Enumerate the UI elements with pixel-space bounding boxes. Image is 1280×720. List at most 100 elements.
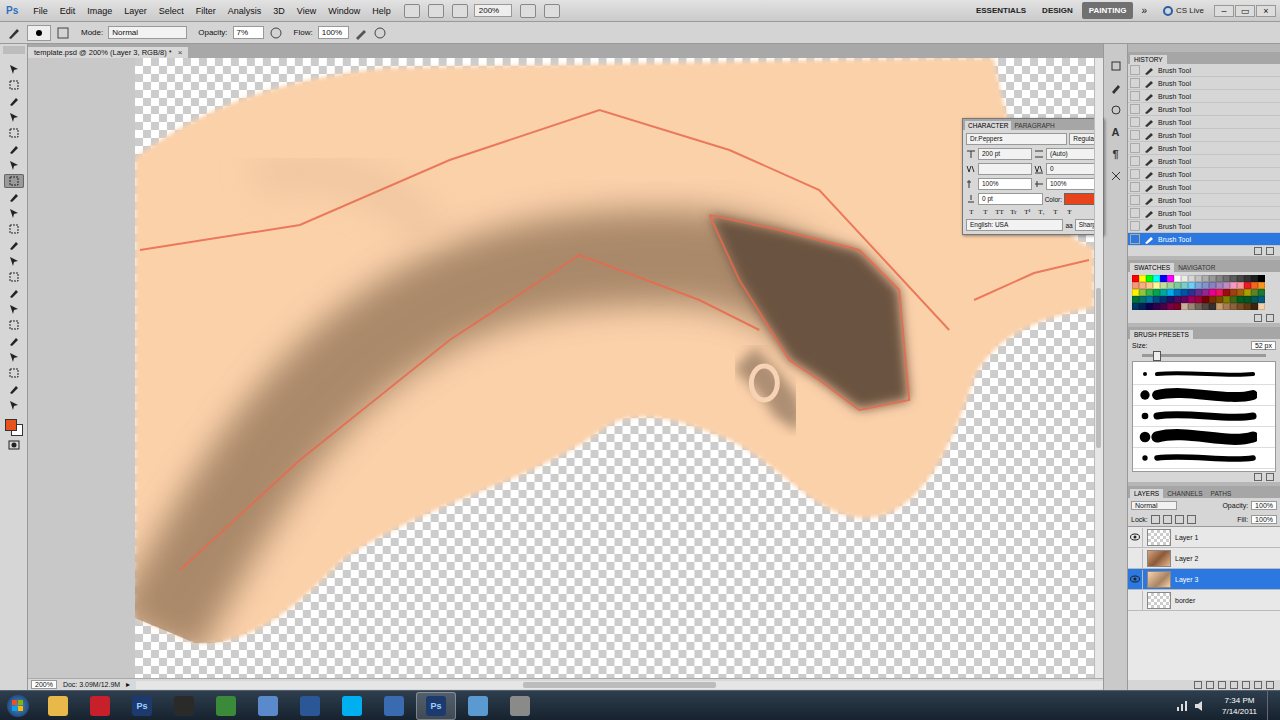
history-source-box[interactable] [1130,104,1140,114]
visibility-toggle[interactable] [1128,549,1143,568]
tool-button[interactable] [4,334,24,348]
brush-preset[interactable] [1133,364,1275,385]
tool-button[interactable] [4,270,24,284]
tool-button[interactable] [4,286,24,300]
brush-tool-icon[interactable] [6,25,22,41]
history-item[interactable]: Brush Tool [1128,207,1280,220]
swatch[interactable] [1139,303,1146,310]
view-extras-icon[interactable] [452,4,468,18]
swatch[interactable] [1146,275,1153,282]
language-dropdown[interactable]: English: USA [966,219,1063,231]
menu-item[interactable]: 3D [268,6,290,16]
swatch[interactable] [1132,282,1139,289]
mini-bridge-icon[interactable] [428,4,444,18]
type-style-button[interactable]: T [966,208,977,216]
swatch[interactable] [1167,296,1174,303]
swatch[interactable] [1153,275,1160,282]
vertical-scrollbar[interactable] [1094,58,1103,678]
window-control-button[interactable]: – [1214,5,1234,17]
tool-button[interactable] [4,222,24,236]
swatch[interactable] [1244,303,1251,310]
panel-tab[interactable]: CHARACTER [965,121,1011,130]
swatch[interactable] [1237,296,1244,303]
history-item[interactable]: Brush Tool [1128,129,1280,142]
vertical-scroll-thumb[interactable] [1096,288,1101,448]
menu-item[interactable]: Analysis [223,6,267,16]
swatch[interactable] [1188,282,1195,289]
swatch[interactable] [1244,275,1251,282]
swatch[interactable] [1209,303,1216,310]
swatch[interactable] [1230,289,1237,296]
panel-tab[interactable]: LAYERS [1130,489,1163,498]
trash-button[interactable] [1266,473,1274,481]
status-menu-button[interactable]: ▸ [126,680,130,689]
painting[interactable] [135,58,1094,678]
swatch[interactable] [1146,303,1153,310]
type-style-button[interactable]: Tr [1008,208,1019,216]
text-panel-icon[interactable]: ¶ [1108,146,1124,162]
history-source-box[interactable] [1130,117,1140,127]
brush-preset[interactable] [1133,406,1275,427]
new-swatch-button[interactable] [1254,314,1262,322]
history-source-box[interactable] [1130,208,1140,218]
document-tab[interactable]: template.psd @ 200% (Layer 3, RGB/8) * × [28,47,188,58]
swatch[interactable] [1230,275,1237,282]
window-control-button[interactable]: × [1256,5,1276,17]
swatch[interactable] [1251,282,1258,289]
swatch[interactable] [1167,275,1174,282]
swatch[interactable] [1209,275,1216,282]
visibility-toggle[interactable] [1128,570,1143,589]
tool-button[interactable] [4,366,24,380]
history-item[interactable]: Brush Tool [1128,168,1280,181]
brush-size-slider-thumb[interactable] [1153,351,1161,361]
swatch[interactable] [1188,303,1195,310]
swatch[interactable] [1202,289,1209,296]
menu-item[interactable]: Select [154,6,189,16]
cs-live-button[interactable]: CS Live [1155,6,1212,16]
swatch[interactable] [1181,303,1188,310]
history-source-box[interactable] [1130,78,1140,88]
history-source-box[interactable] [1130,182,1140,192]
history-source-box[interactable] [1130,156,1140,166]
taskbar-app-button[interactable] [164,692,204,720]
zoom-level-dropdown[interactable]: 200% [474,4,512,17]
swatch[interactable] [1244,282,1251,289]
swatch[interactable] [1146,289,1153,296]
foreground-color-swatch[interactable] [5,419,17,431]
taskbar-app-button[interactable] [374,692,414,720]
lock-pixels-button[interactable] [1163,515,1172,524]
swatch[interactable] [1188,275,1195,282]
layer-row[interactable]: Layer 1 [1128,527,1280,548]
new-snapshot-button[interactable] [1254,247,1262,255]
type-style-button[interactable]: TT [994,208,1005,216]
taskbar-app-button[interactable] [248,692,288,720]
swatch[interactable] [1258,303,1265,310]
tool-button[interactable] [4,318,24,332]
swatch[interactable] [1181,275,1188,282]
brush-preset[interactable] [1133,448,1275,469]
swatch[interactable] [1216,303,1223,310]
history-item[interactable]: Brush Tool [1128,116,1280,129]
history-source-box[interactable] [1130,234,1140,244]
swatch[interactable] [1174,282,1181,289]
font-size-field[interactable]: 200 pt [978,148,1032,160]
swatch[interactable] [1230,282,1237,289]
status-zoom-field[interactable]: 200% [31,680,57,689]
brush-panel-icon[interactable] [1108,80,1124,96]
swatch[interactable] [1251,289,1258,296]
brush-preset[interactable] [1133,427,1275,448]
tools-panel-grip[interactable] [3,46,25,54]
swatch[interactable] [1181,296,1188,303]
tool-button[interactable] [4,350,24,364]
type-style-button[interactable]: T [980,208,991,216]
kerning-field[interactable] [978,163,1032,175]
type-style-button[interactable]: T¹ [1022,208,1033,216]
menu-item[interactable]: Layer [119,6,152,16]
history-item[interactable]: Brush Tool [1128,181,1280,194]
swatch[interactable] [1223,289,1230,296]
swatch[interactable] [1258,289,1265,296]
history-source-box[interactable] [1130,91,1140,101]
swatch[interactable] [1258,275,1265,282]
swatch[interactable] [1139,296,1146,303]
swatch[interactable] [1132,303,1139,310]
